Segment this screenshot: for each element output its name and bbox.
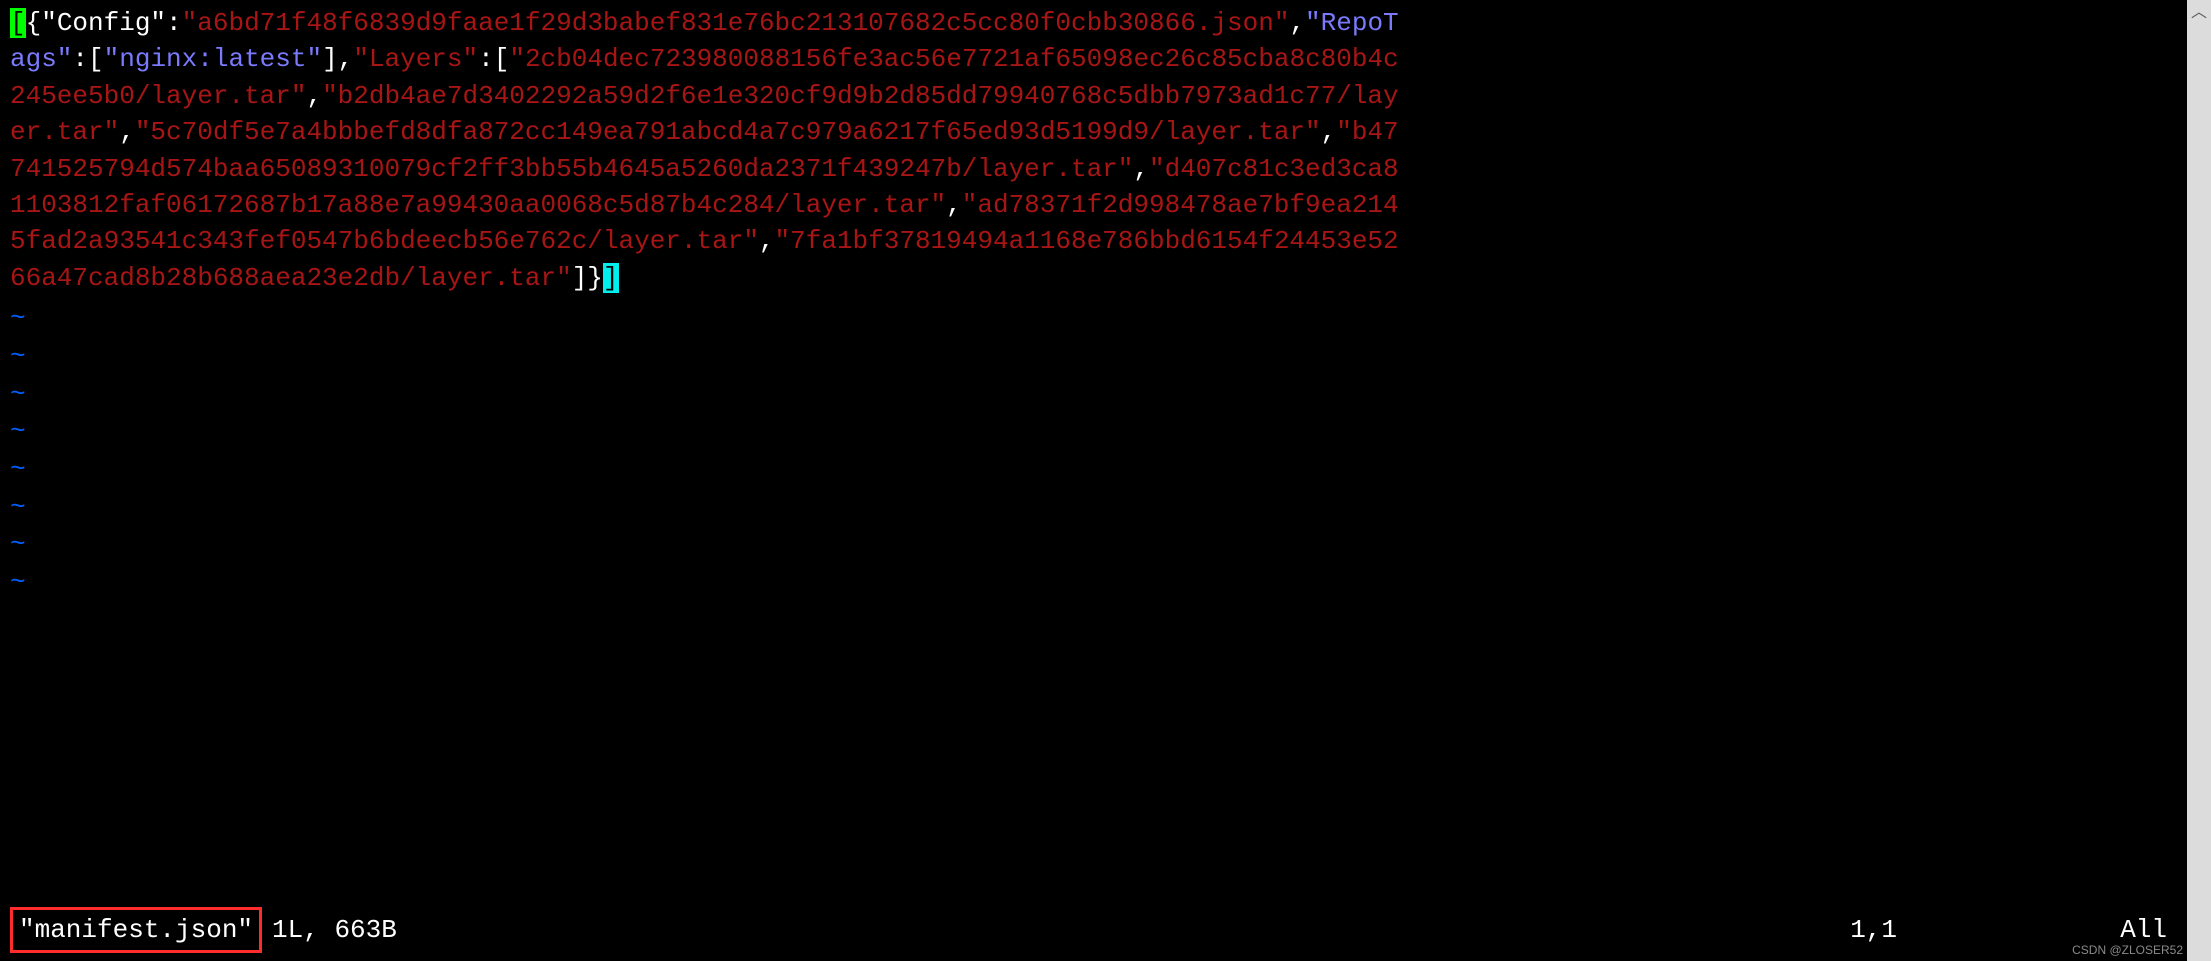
vim-tilde: ~ (10, 526, 2177, 564)
watermark-text: CSDN @ZLOSER52 (2072, 942, 2183, 959)
layer-2b: er.tar" (10, 117, 119, 147)
key-repotags-part1: "RepoT (1305, 8, 1399, 38)
value-config: "a6bd71f48f6839d9faae1f29d3babef831e76bc… (182, 8, 1290, 38)
layer-6a: "ad78371f2d998478ae7bf9ea214 (962, 190, 1399, 220)
vim-tilde: ~ (10, 451, 2177, 489)
file-content[interactable]: [{"Config":"a6bd71f48f6839d9faae1f29d3ba… (10, 5, 2177, 296)
vim-status-line: "manifest.json" 1L, 663B 1,1 All (10, 907, 2177, 953)
scroll-up-arrow-icon[interactable]: ︿ (2187, 0, 2211, 26)
vim-empty-lines: ~ ~ ~ ~ ~ ~ ~ ~ (10, 300, 2177, 602)
layer-1b: 245ee5b0/layer.tar" (10, 81, 306, 111)
layer-7a: "7fa1bf37819494a1168e786bbd6154f24453e52 (775, 226, 1399, 256)
vim-tilde: ~ (10, 300, 2177, 338)
vim-tilde: ~ (10, 376, 2177, 414)
layer-1a: "2cb04dec723980088156fe3ac56e7721af65098… (509, 44, 1398, 74)
key-layers: "Layers" (353, 44, 478, 74)
vertical-scrollbar[interactable]: ︿ (2187, 0, 2211, 961)
vim-tilde: ~ (10, 489, 2177, 527)
layer-4b: 741525794d574baa65089310079cf2ff3bb55b46… (10, 154, 1133, 184)
vim-tilde: ~ (10, 338, 2177, 376)
layer-5a: "d407c81c3ed3ca8 (1149, 154, 1399, 184)
vim-tilde: ~ (10, 413, 2177, 451)
vim-editor-window[interactable]: [{"Config":"a6bd71f48f6839d9faae1f29d3ba… (0, 0, 2187, 961)
vim-tilde: ~ (10, 564, 2177, 602)
layer-6b: 5fad2a93541c343fef0547b6bdeecb56e762c/la… (10, 226, 759, 256)
bracket-open-match: [ (10, 8, 26, 38)
layer-4a: "b47 (1336, 117, 1398, 147)
vim-fileinfo: 1L, 663B (272, 912, 397, 948)
layer-3: "5c70df5e7a4bbbefd8dfa872cc149ea791abcd4… (135, 117, 1321, 147)
vim-filename: "manifest.json" (10, 907, 262, 953)
vim-cursor-position: 1,1 (1850, 912, 1897, 948)
key-config: "Config" (41, 8, 166, 38)
value-repotag: "nginx:latest" (104, 44, 322, 74)
layer-7b: 66a47cad8b28b688aea23e2db/layer.tar" (10, 263, 572, 293)
layer-5b: 1103812faf06172687b17a88e7a99430aa0068c5… (10, 190, 946, 220)
bracket-close-match: ] (603, 263, 619, 293)
layer-2a: "b2db4ae7d3402292a59d2f6e1e320cf9d9b2d85… (322, 81, 1399, 111)
brace-open: { (26, 8, 42, 38)
key-repotags-part2: ags" (10, 44, 72, 74)
